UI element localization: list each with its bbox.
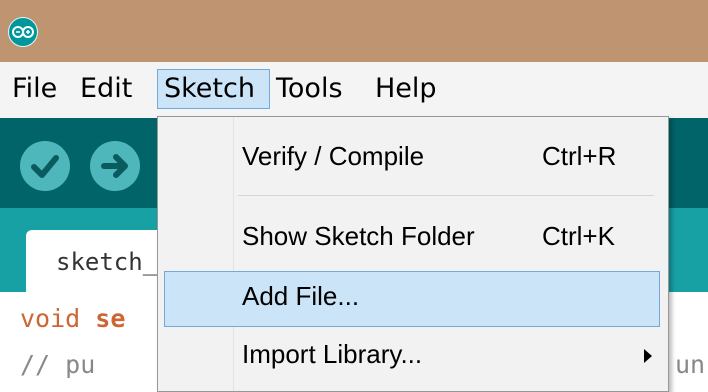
menu-item-verify-compile[interactable]: Verify / Compile Ctrl+R: [164, 131, 660, 187]
menu-tools[interactable]: Tools: [270, 69, 349, 109]
arduino-logo-icon: [8, 17, 38, 47]
upload-button[interactable]: [90, 141, 140, 191]
menu-item-show-sketch-folder[interactable]: Show Sketch Folder Ctrl+K: [164, 211, 660, 267]
code-overflow-text: un: [675, 350, 706, 379]
menu-item-label: Verify / Compile: [242, 141, 425, 171]
menu-bar: File Edit Sketch Tools Help: [0, 62, 708, 118]
submenu-arrow-icon: [644, 349, 652, 363]
verify-button[interactable]: [20, 141, 70, 191]
menu-item-add-file[interactable]: Add File...: [164, 271, 660, 327]
menu-item-label: Import Library...: [242, 339, 423, 369]
menu-item-shortcut: Ctrl+R: [542, 141, 617, 171]
menu-file[interactable]: File: [6, 69, 63, 109]
menu-item-label: Show Sketch Folder: [242, 221, 475, 251]
menu-help[interactable]: Help: [369, 69, 443, 109]
code-keyword: void: [20, 304, 81, 333]
title-bar: [0, 0, 708, 62]
verify-icon: [31, 155, 59, 178]
menu-item-label: Add File...: [242, 281, 360, 311]
code-line: void se: [20, 304, 125, 333]
code-function-name: se: [95, 304, 126, 333]
sketch-tab-label: sketch_: [56, 248, 158, 276]
sketch-menu-dropdown: Verify / Compile Ctrl+R Show Sketch Fold…: [157, 116, 669, 392]
code-comment-line: // pu: [20, 350, 96, 379]
menu-edit[interactable]: Edit: [74, 69, 138, 109]
menu-separator: [238, 195, 654, 196]
menu-item-shortcut: Ctrl+K: [542, 221, 615, 251]
upload-icon: [101, 154, 128, 178]
menu-item-import-library[interactable]: Import Library...: [164, 329, 660, 385]
menu-sketch[interactable]: Sketch: [157, 69, 270, 109]
